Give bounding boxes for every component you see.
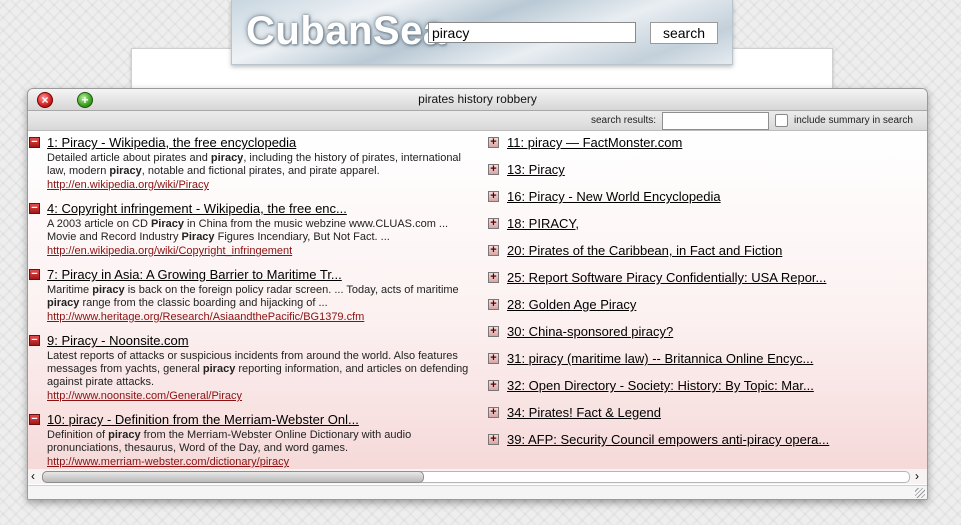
result-url-link[interactable]: http://en.wikipedia.org/wiki/Copyright_i… [47,245,292,257]
result-title-link[interactable]: 34: Pirates! Fact & Legend [507,405,661,420]
result-item: − 9: Piracy - Noonsite.com Latest report… [28,333,478,407]
cubansea-logo[interactable]: CubanSea [246,9,446,54]
results-window: × + pirates history robbery search resul… [27,88,928,500]
collapse-toggle-minus-icon[interactable]: − [29,137,40,148]
expand-toggle-plus-icon[interactable]: + [488,353,499,364]
result-summary: Maritime piracy is back on the foreign p… [47,284,459,309]
result-item: − 10: piracy - Definition from the Merri… [28,412,478,472]
result-url-link[interactable]: http://www.heritage.org/Research/Asiaand… [47,311,364,323]
expand-toggle-plus-icon[interactable]: + [488,326,499,337]
chevron-right-icon[interactable]: › [915,469,919,484]
result-url-link[interactable]: http://en.wikipedia.org/wiki/Piracy [47,179,209,191]
result-title-link[interactable]: 31: piracy (maritime law) -- Britannica … [507,351,813,366]
include-summary-checkbox[interactable] [775,114,788,127]
expand-toggle-plus-icon[interactable]: + [488,299,499,310]
results-content: − 1: Piracy - Wikipedia, the free encycl… [28,131,927,469]
window-title: pirates history robbery [418,92,537,106]
result-item: − 7: Piracy in Asia: A Growing Barrier t… [28,267,478,327]
result-title-link[interactable]: 13: Piracy [507,162,565,177]
chevron-left-icon[interactable]: ‹ [31,469,35,484]
result-url-link[interactable]: http://www.merriam-webster.com/dictionar… [47,456,289,468]
site-header: CubanSea search [231,0,733,65]
result-summary: A 2003 article on CD Piracy in China fro… [47,218,449,243]
result-title-link[interactable]: 25: Report Software Piracy Confidentiall… [507,270,826,285]
expand-toggle-plus-icon[interactable]: + [488,191,499,202]
result-title-link[interactable]: 16: Piracy - New World Encyclopedia [507,189,721,204]
result-summary: Detailed article about pirates and pirac… [47,152,461,177]
result-title-link[interactable]: 32: Open Directory - Society: History: B… [507,378,814,393]
result-title-link[interactable]: 28: Golden Age Piracy [507,297,636,312]
result-item: − 1: Piracy - Wikipedia, the free encycl… [28,135,478,195]
collapse-toggle-minus-icon[interactable]: − [29,414,40,425]
result-title-link[interactable]: 4: Copyright infringement - Wikipedia, t… [47,201,347,216]
result-url-link[interactable]: http://www.noonsite.com/General/Piracy [47,390,242,402]
collapse-toggle-minus-icon[interactable]: − [29,269,40,280]
result-title-link[interactable]: 11: piracy — FactMonster.com [507,135,682,150]
result-summary: Definition of piracy from the Merriam-We… [47,429,412,454]
result-title-link[interactable]: 1: Piracy - Wikipedia, the free encyclop… [47,135,296,150]
result-title-link[interactable]: 39: AFP: Security Council empowers anti-… [507,432,829,447]
search-input[interactable] [428,22,636,43]
expand-toggle-plus-icon[interactable]: + [488,137,499,148]
result-item: − 4: Copyright infringement - Wikipedia,… [28,201,478,261]
result-title-link[interactable]: 20: Pirates of the Caribbean, in Fact an… [507,243,782,258]
expand-toggle-plus-icon[interactable]: + [488,434,499,445]
expand-toggle-plus-icon[interactable]: + [488,164,499,175]
expand-toggle-plus-icon[interactable]: + [488,245,499,256]
result-title-link[interactable]: 30: China-sponsored piracy? [507,324,673,339]
result-title-link[interactable]: 18: PIRACY, [507,216,579,231]
expand-toggle-plus-icon[interactable]: + [488,218,499,229]
result-summary: Latest reports of attacks or suspicious … [47,350,469,388]
include-summary-label: include summary in search [794,115,913,126]
search-button[interactable]: search [650,22,718,44]
expand-toggle-plus-icon[interactable]: + [488,272,499,283]
result-title-link[interactable]: 7: Piracy in Asia: A Growing Barrier to … [47,267,342,282]
window-titlebar[interactable]: × + pirates history robbery [28,89,927,111]
result-title-link[interactable]: 9: Piracy - Noonsite.com [47,333,189,348]
search-results-label: search results: [591,115,657,126]
window-statusbar [28,485,927,499]
scrollbar-thumb[interactable] [42,471,424,483]
results-toolbar: search results: include summary in searc… [28,111,927,131]
expand-toggle-plus-icon[interactable]: + [488,380,499,391]
horizontal-scrollbar[interactable]: ‹ › [28,469,927,484]
collapse-toggle-minus-icon[interactable]: − [29,335,40,346]
search-results-filter-input[interactable] [662,112,769,130]
expand-toggle-plus-icon[interactable]: + [488,407,499,418]
resize-grip-icon[interactable] [915,488,925,498]
result-title-link[interactable]: 10: piracy - Definition from the Merriam… [47,412,359,427]
collapse-toggle-minus-icon[interactable]: − [29,203,40,214]
